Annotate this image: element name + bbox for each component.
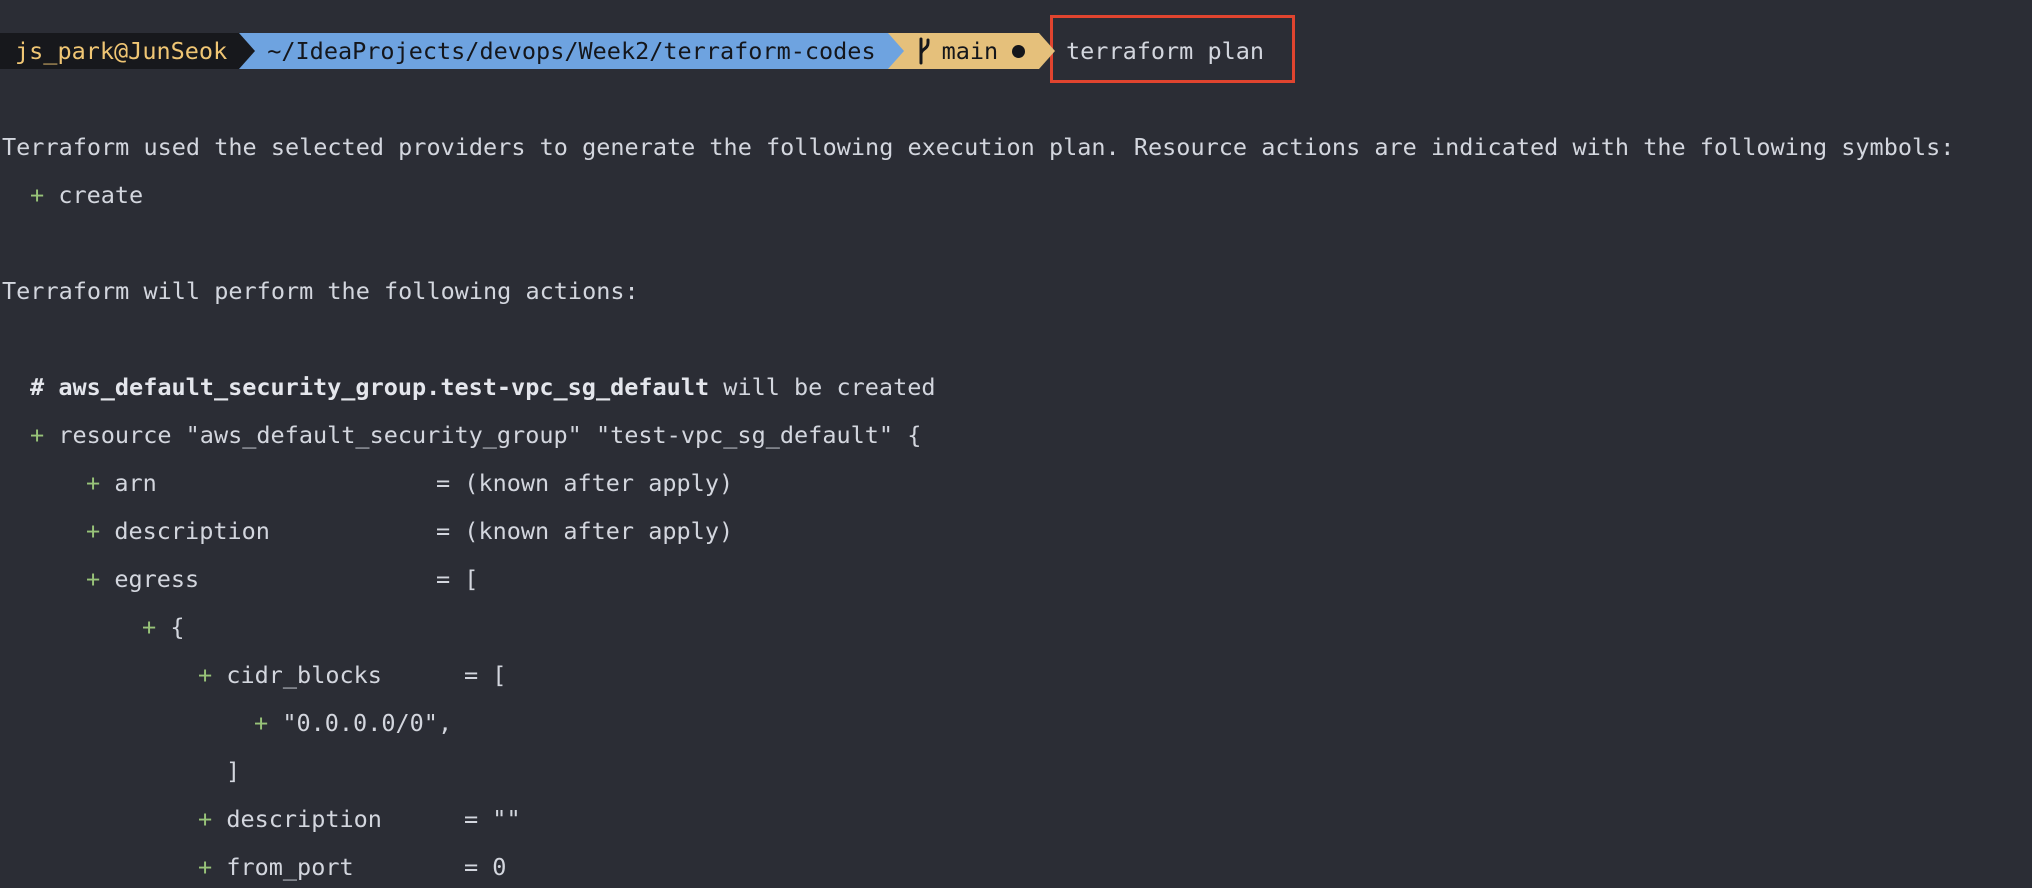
attr-description-value: = (known after apply) <box>436 517 734 545</box>
prompt-path: ~/IdeaProjects/devops/Week2/terraform-co… <box>267 37 876 65</box>
prompt-user-host: js_park@JunSeok <box>15 37 228 65</box>
attr-egress-description-key: description <box>226 805 382 833</box>
attr-egress-description-value: = "" <box>464 805 521 833</box>
cidr-blocks-close: ] <box>226 757 241 785</box>
shell-prompt: js_park@JunSeok ~/IdeaProjects/devops/We… <box>0 33 1056 69</box>
segment-separator-icon <box>1039 33 1056 69</box>
attr-from-port-value: = 0 <box>464 853 507 881</box>
prompt-user-segment: js_park@JunSeok <box>0 33 256 69</box>
resource-address: aws_default_security_group.test-vpc_sg_d… <box>58 373 710 401</box>
create-label: create <box>58 181 144 209</box>
plus-symbol: + <box>86 469 101 497</box>
cidr-block-value: "0.0.0.0/0", <box>282 709 453 737</box>
plus-symbol: + <box>86 565 101 593</box>
attr-arn-value: = (known after apply) <box>436 469 734 497</box>
git-branch-icon <box>919 37 930 65</box>
comment-hash: # <box>30 373 45 401</box>
attr-from-port: + from_port <box>198 847 354 887</box>
dirty-indicator-icon <box>1012 45 1026 58</box>
symbol-legend-create: + create <box>30 175 143 215</box>
plan-intro-text: Terraform used the selected providers to… <box>2 133 1955 161</box>
attr-egress-description: + description <box>198 799 382 839</box>
segment-separator-icon <box>239 33 256 69</box>
attr-cidr-blocks-key: cidr_blocks <box>226 661 382 689</box>
attr-egress-value: = [ <box>436 565 479 593</box>
plus-symbol: + <box>30 421 45 449</box>
plus-symbol: + <box>198 853 213 881</box>
attr-egress-key: egress <box>114 565 200 593</box>
actions-heading: Terraform will perform the following act… <box>2 277 639 305</box>
will-be-created-label: will be created <box>723 373 936 401</box>
attr-cidr-blocks: + cidr_blocks <box>198 655 382 695</box>
attr-egress: + egress <box>86 559 199 599</box>
plus-symbol: + <box>198 661 213 689</box>
resource-comment: # aws_default_security_group.test-vpc_sg… <box>30 367 936 407</box>
attr-cidr-blocks-value: = [ <box>464 661 507 689</box>
plus-symbol: + <box>30 181 45 209</box>
resource-declaration: + resource "aws_default_security_group" … <box>30 415 921 455</box>
plus-symbol: + <box>86 517 101 545</box>
prompt-path-segment: ~/IdeaProjects/devops/Week2/terraform-co… <box>239 33 904 69</box>
egress-block-open: + { <box>142 607 184 647</box>
attr-description: + description <box>86 511 270 551</box>
attr-description-key: description <box>114 517 270 545</box>
prompt-branch: main <box>941 37 999 65</box>
open-brace: { <box>170 613 185 641</box>
attr-arn-key: arn <box>114 469 157 497</box>
plus-symbol: + <box>198 805 213 833</box>
plus-symbol: + <box>142 613 157 641</box>
plus-symbol: + <box>254 709 269 737</box>
attr-arn: + arn <box>86 463 157 503</box>
command-input[interactable]: terraform plan <box>1066 33 1264 69</box>
cidr-block-item: + "0.0.0.0/0", <box>254 703 452 743</box>
prompt-git-segment: main <box>887 33 1056 69</box>
segment-separator-icon <box>887 33 904 69</box>
resource-declaration-text: resource "aws_default_security_group" "t… <box>58 421 922 449</box>
attr-from-port-key: from_port <box>226 853 354 881</box>
